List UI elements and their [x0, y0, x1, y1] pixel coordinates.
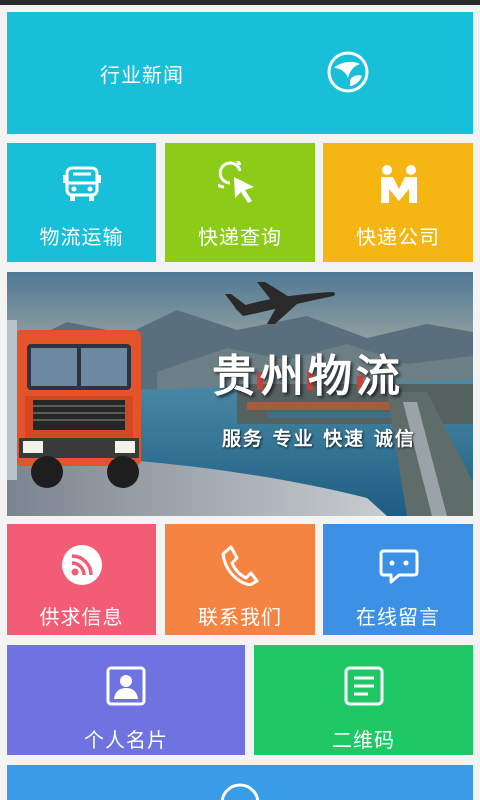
tile-industry-news-label: 行业新闻 — [100, 63, 184, 87]
tile-qr-code-label: 二维码 — [332, 728, 395, 752]
tile-supply-demand-label: 供求信息 — [39, 605, 124, 629]
tile-logistics[interactable]: 物流运输 — [7, 143, 156, 262]
tile-express-company[interactable]: 快递公司 — [323, 143, 473, 262]
tile-business-card-label: 个人名片 — [84, 728, 168, 752]
contact-card-icon — [105, 665, 147, 707]
globe-icon — [326, 50, 370, 94]
tile-express-query[interactable]: 快递查询 — [165, 143, 315, 262]
tile-logistics-label: 物流运输 — [39, 225, 124, 249]
tile-bottom-partial[interactable] — [7, 765, 473, 800]
people-icon — [377, 163, 421, 205]
tile-contact-us[interactable]: 联系我们 — [165, 524, 315, 635]
tile-industry-news[interactable]: 行业新闻 — [7, 12, 473, 134]
cursor-click-icon — [218, 161, 262, 207]
tile-qr-code[interactable]: 二维码 — [254, 645, 473, 755]
bus-icon — [61, 163, 103, 205]
tile-business-card[interactable]: 个人名片 — [7, 645, 245, 755]
tile-contact-us-label: 联系我们 — [198, 605, 282, 629]
document-icon — [343, 665, 385, 707]
tile-online-message[interactable]: 在线留言 — [323, 524, 473, 635]
rss-icon — [61, 544, 103, 586]
phone-icon — [221, 544, 259, 586]
tile-supply-demand[interactable]: 供求信息 — [7, 524, 156, 635]
banner-title: 贵州物流 — [212, 351, 404, 402]
banner-subtitle: 服务 专业 快速 诚信 — [222, 428, 416, 450]
tile-express-company-label: 快递公司 — [356, 225, 440, 249]
status-bar — [0, 0, 480, 5]
tile-online-message-label: 在线留言 — [356, 605, 440, 629]
tile-express-query-label: 快递查询 — [198, 225, 282, 249]
chat-icon — [379, 548, 419, 584]
globe-icon — [220, 783, 260, 800]
